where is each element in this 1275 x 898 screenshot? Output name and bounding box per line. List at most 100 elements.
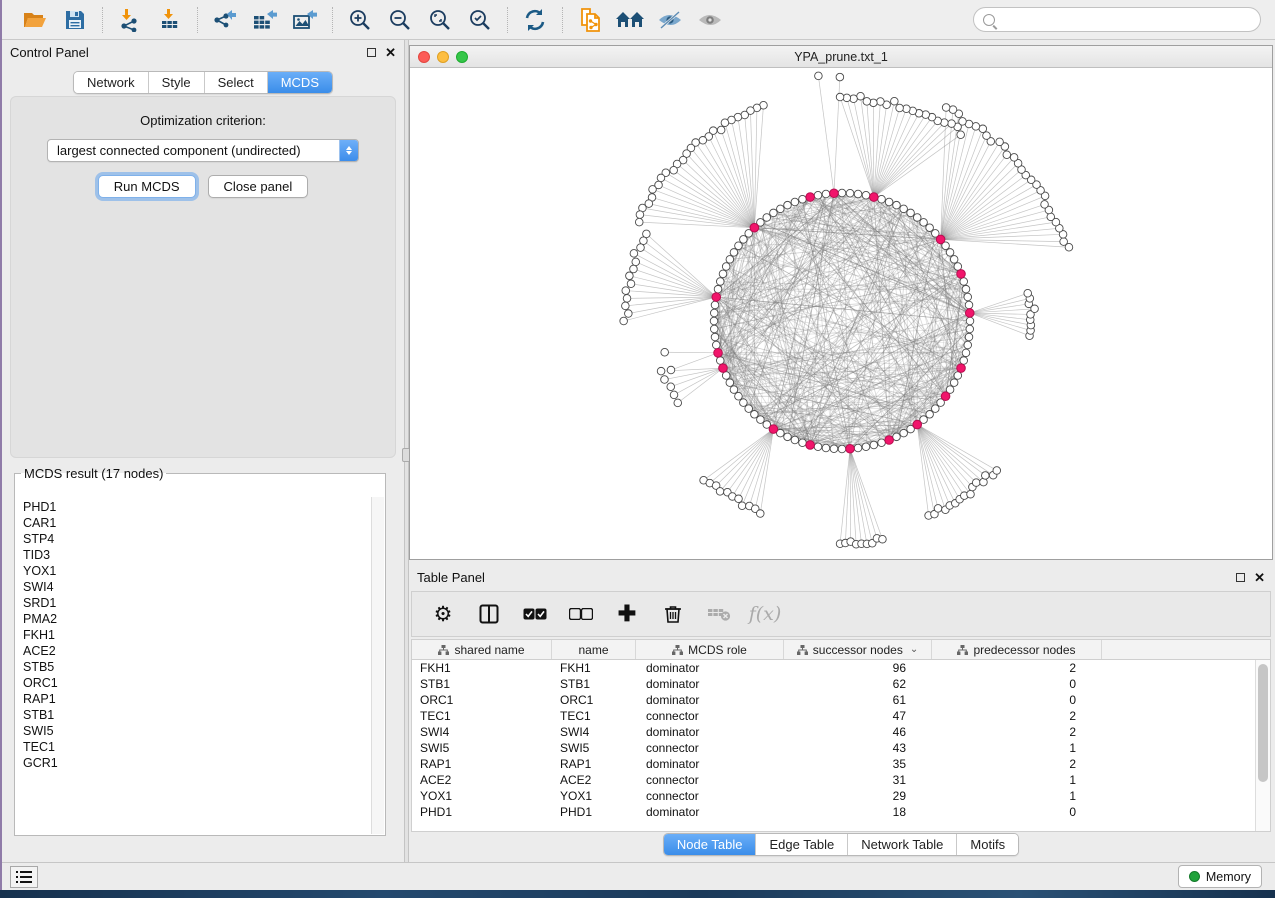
table-row[interactable]: STB1STB1dominator620 [412,676,1255,692]
graph-hub-node[interactable] [870,193,879,202]
graph-node[interactable] [667,366,675,374]
graph-node[interactable] [950,379,958,387]
graph-node[interactable] [637,244,645,252]
graph-node[interactable] [965,333,973,341]
graph-node[interactable] [836,93,844,101]
graph-node[interactable] [635,218,643,226]
mcds-node-item[interactable]: TID3 [23,547,371,563]
search-input[interactable] [1001,12,1251,27]
graph-node[interactable] [1003,151,1011,159]
export-table-icon[interactable] [248,5,282,35]
mcds-result-scrollbar[interactable] [371,497,384,834]
graph-node[interactable] [735,242,743,250]
graph-hub-node[interactable] [712,293,721,302]
graph-node[interactable] [721,119,729,127]
mcds-node-item[interactable]: RAP1 [23,691,371,707]
graph-node[interactable] [657,367,665,375]
float-table-panel-icon[interactable] [1236,573,1245,582]
export-image-icon[interactable] [288,5,322,35]
graph-node[interactable] [950,256,958,264]
zoom-fit-icon[interactable] [423,5,457,35]
graph-node[interactable] [942,104,950,112]
graph-node[interactable] [926,411,934,419]
graph-hub-node[interactable] [941,392,950,401]
graph-node[interactable] [726,256,734,264]
graph-node[interactable] [625,310,633,318]
table-row[interactable]: RAP1RAP1dominator352 [412,756,1255,772]
tab-network-table[interactable]: Network Table [847,834,956,855]
table-row[interactable]: ORC1ORC1dominator610 [412,692,1255,708]
graph-node[interactable] [932,405,940,413]
graph-node[interactable] [711,333,719,341]
zoom-out-icon[interactable] [383,5,417,35]
zoom-selected-icon[interactable] [463,5,497,35]
graph-node[interactable] [838,445,846,453]
graph-node[interactable] [1024,289,1032,297]
mcds-node-item[interactable]: PMA2 [23,611,371,627]
select-all-rows-icon[interactable] [522,599,548,629]
graph-node[interactable] [981,472,989,480]
graph-node[interactable] [791,198,799,206]
graph-node[interactable] [878,195,886,203]
graph-node[interactable] [900,205,908,213]
graph-node[interactable] [730,249,738,257]
graph-node[interactable] [913,214,921,222]
tab-edge-table[interactable]: Edge Table [755,834,847,855]
graph-hub-node[interactable] [885,436,894,445]
graph-node[interactable] [667,383,675,391]
mcds-node-item[interactable]: ACE2 [23,643,371,659]
export-network-icon[interactable] [208,5,242,35]
column-header-shared-name[interactable]: shared name [412,640,552,659]
graph-hub-node[interactable] [714,349,723,358]
task-history-button[interactable] [10,866,38,888]
float-panel-icon[interactable] [367,48,376,57]
run-mcds-button[interactable]: Run MCDS [98,175,196,198]
graph-node[interactable] [712,341,720,349]
show-all-icon[interactable] [693,5,727,35]
graph-node[interactable] [838,189,846,197]
graph-node[interactable] [799,195,807,203]
graph-node[interactable] [770,209,778,217]
search-field[interactable] [973,7,1261,32]
network-canvas[interactable] [410,69,1272,559]
graph-node[interactable] [630,250,638,258]
column-header-successor-nodes[interactable]: successor nodes ⌄ [784,640,932,659]
graph-node[interactable] [854,444,862,452]
graph-node[interactable] [862,191,870,199]
tab-style[interactable]: Style [148,72,204,93]
graph-node[interactable] [946,249,954,257]
graph-node[interactable] [857,92,865,100]
graph-node[interactable] [896,104,904,112]
graph-node[interactable] [1060,238,1068,246]
graph-hub-node[interactable] [769,425,778,434]
graph-node[interactable] [922,111,930,119]
graph-node[interactable] [854,190,862,198]
graph-node[interactable] [670,166,678,174]
graph-node[interactable] [878,439,886,447]
graph-node[interactable] [891,97,899,105]
graph-node[interactable] [710,309,718,317]
graph-node[interactable] [716,357,724,365]
graph-hub-node[interactable] [750,223,759,232]
duplicate-network-icon[interactable] [573,5,607,35]
graph-node[interactable] [967,490,975,498]
graph-node[interactable] [846,189,854,197]
deselect-all-rows-icon[interactable] [568,599,594,629]
graph-node[interactable] [657,174,665,182]
zoom-in-icon[interactable] [343,5,377,35]
graph-node[interactable] [1047,213,1055,221]
graph-node[interactable] [830,445,838,453]
memory-button[interactable]: Memory [1178,865,1262,888]
mcds-node-item[interactable]: ORC1 [23,675,371,691]
graph-node[interactable] [879,535,887,543]
graph-hub-node[interactable] [719,364,728,373]
import-table-icon[interactable] [153,5,187,35]
graph-node[interactable] [716,488,724,496]
graph-node[interactable] [719,270,727,278]
graph-node[interactable] [870,441,878,449]
graph-node[interactable] [784,433,792,441]
table-row[interactable]: YOX1YOX1connector291 [412,788,1255,804]
graph-node[interactable] [959,118,967,126]
graph-hub-node[interactable] [806,193,815,202]
graph-node[interactable] [993,467,1001,475]
